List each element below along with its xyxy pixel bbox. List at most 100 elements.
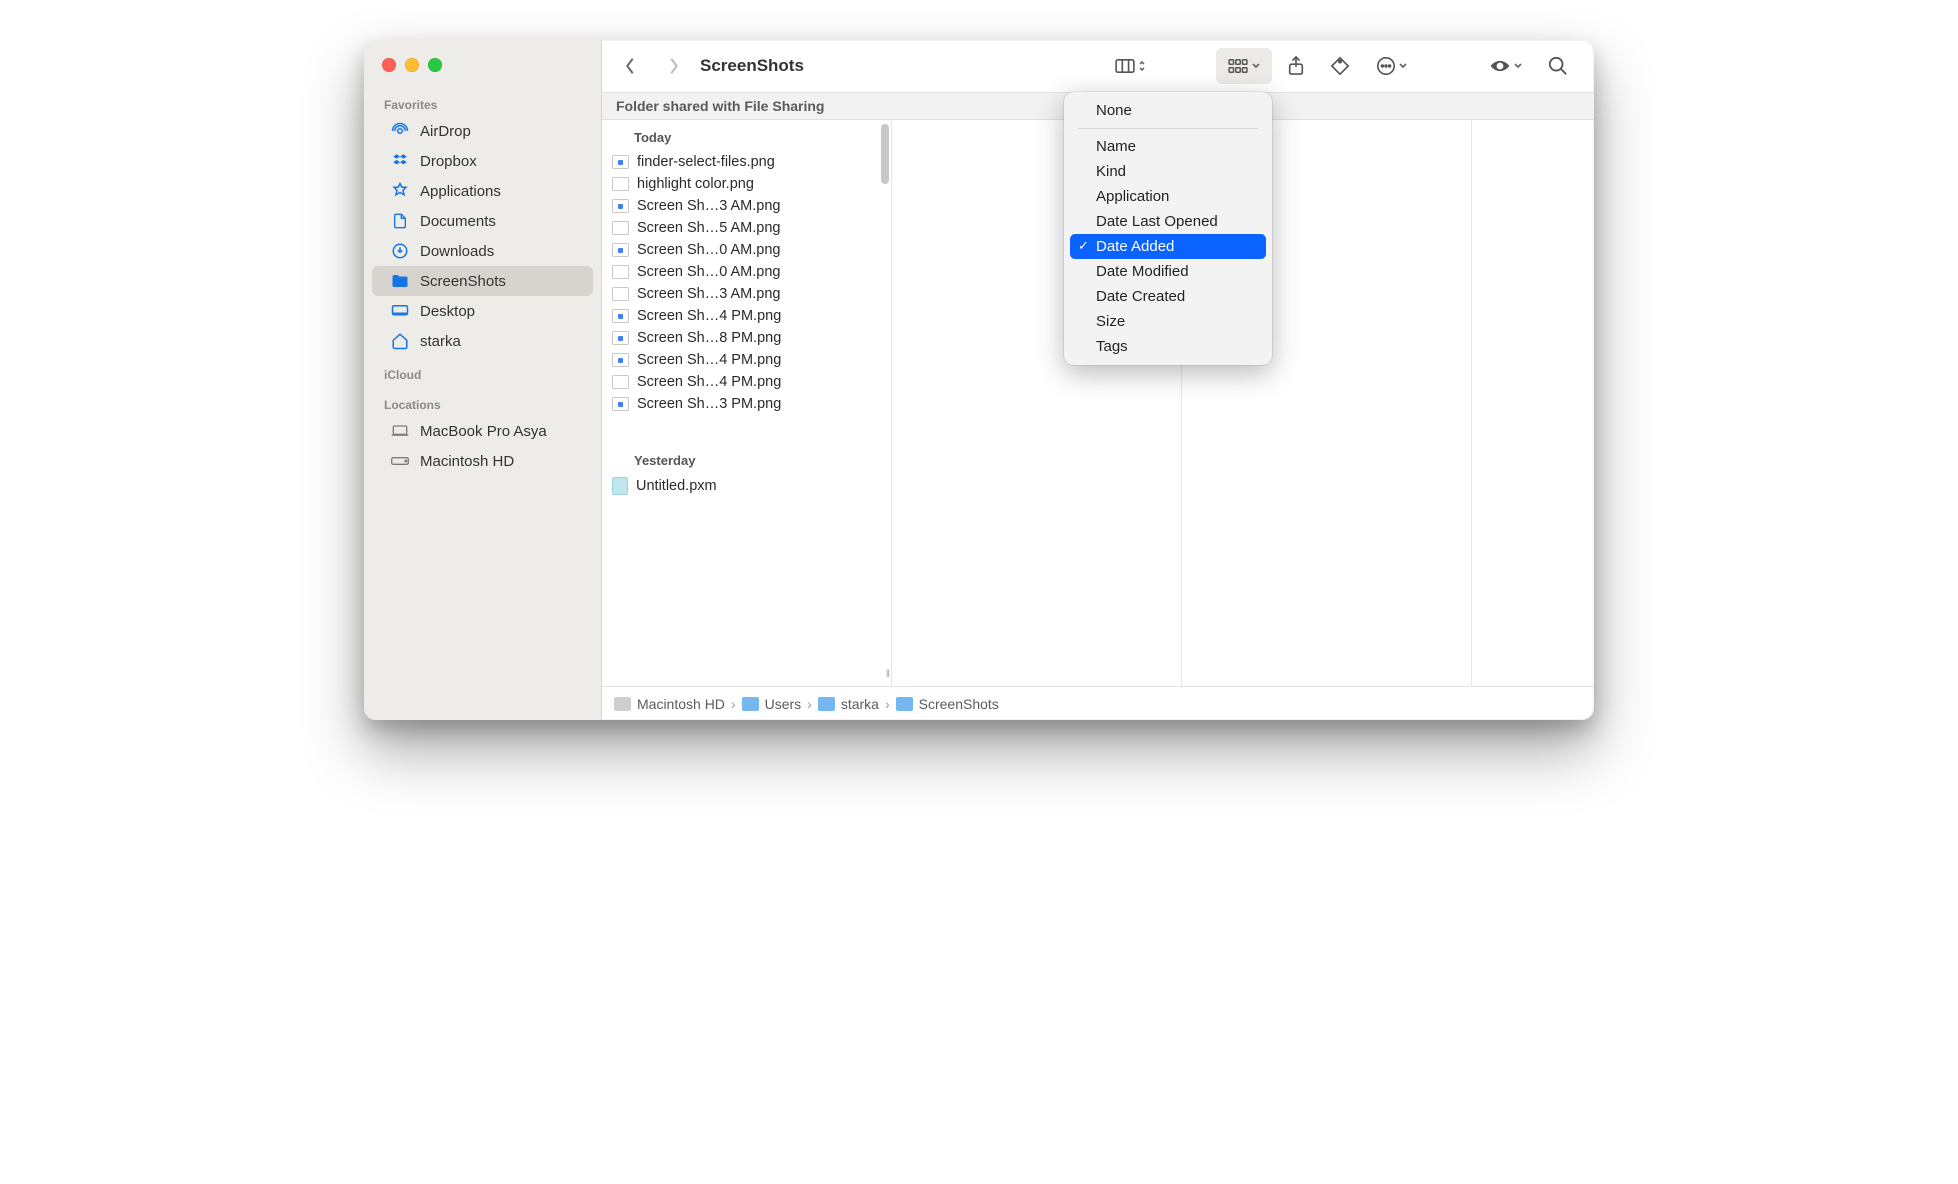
file-name: Screen Sh…4 PM.png (637, 352, 781, 368)
menu-item-none[interactable]: None (1070, 98, 1266, 123)
up-down-icon (1138, 59, 1146, 73)
sidebar-item-label: starka (420, 333, 461, 350)
sidebar-item-label: Downloads (420, 243, 494, 260)
menu-item[interactable]: Date Created (1070, 284, 1266, 309)
path-label: Macintosh HD (637, 696, 725, 712)
sidebar-item-downloads[interactable]: Downloads (372, 236, 593, 266)
chevron-down-icon (1398, 62, 1408, 70)
sidebar-item-label: ScreenShots (420, 273, 506, 290)
file-name: Screen Sh…5 AM.png (637, 220, 780, 236)
sidebar-item-applications[interactable]: Applications (372, 176, 593, 206)
file-name: Screen Sh…3 AM.png (637, 198, 780, 214)
search-icon (1548, 56, 1568, 76)
sidebar-item-label: Applications (420, 183, 501, 200)
menu-item[interactable]: Date Modified (1070, 259, 1266, 284)
file-column[interactable]: Today finder-select-files.png highlight c… (602, 120, 892, 686)
group-header-today: Today (602, 120, 891, 151)
finder-window: Favorites AirDrop Dropbox Applications D… (364, 40, 1594, 720)
sidebar-item-documents[interactable]: Documents (372, 206, 593, 236)
folder-icon (742, 697, 759, 711)
drive-icon (614, 697, 631, 711)
sidebar-item-label: Macintosh HD (420, 453, 514, 470)
file-row[interactable]: Screen Sh…5 AM.png (602, 217, 891, 239)
folder-icon (896, 697, 913, 711)
tag-icon (1330, 56, 1350, 76)
empty-column (1472, 120, 1594, 686)
menu-item[interactable]: Tags (1070, 334, 1266, 359)
view-mode-button[interactable] (1102, 48, 1158, 84)
file-row[interactable]: Untitled.pxm (602, 474, 891, 498)
chevron-down-icon (1251, 62, 1261, 70)
minimize-window-button[interactable] (405, 58, 419, 72)
downloads-icon (390, 242, 410, 260)
eye-icon (1489, 58, 1511, 74)
menu-item[interactable]: Name (1070, 134, 1266, 159)
sidebar-section-favorites: Favorites (364, 86, 601, 116)
more-actions-button[interactable] (1364, 48, 1420, 84)
close-window-button[interactable] (382, 58, 396, 72)
file-row[interactable]: Screen Sh…0 AM.png (602, 261, 891, 283)
path-segment[interactable]: Macintosh HD (614, 696, 725, 712)
document-icon (390, 212, 410, 230)
forward-button[interactable] (654, 48, 694, 84)
file-row[interactable]: finder-select-files.png (602, 151, 891, 173)
sidebar-section-locations: Locations (364, 386, 601, 416)
file-row[interactable]: Screen Sh…3 PM.png (602, 393, 891, 415)
sidebar-item-home[interactable]: starka (372, 326, 593, 356)
chevron-right-icon: › (807, 696, 812, 712)
window-title: ScreenShots (698, 56, 810, 76)
sidebar-item-airdrop[interactable]: AirDrop (372, 116, 593, 146)
menu-item[interactable]: Date Added (1070, 234, 1266, 259)
file-row[interactable]: Screen Sh…0 AM.png (602, 239, 891, 261)
file-row[interactable]: Screen Sh…8 PM.png (602, 327, 891, 349)
file-thumbnail-icon (612, 331, 629, 345)
file-thumbnail-icon (612, 477, 628, 495)
file-name: Screen Sh…0 AM.png (637, 264, 780, 280)
sidebar-item-screenshots[interactable]: ScreenShots (372, 266, 593, 296)
chevron-right-icon (667, 57, 681, 75)
file-row[interactable]: Screen Sh…3 AM.png (602, 195, 891, 217)
sidebar-item-dropbox[interactable]: Dropbox (372, 146, 593, 176)
share-button[interactable] (1276, 48, 1316, 84)
sidebar-item-desktop[interactable]: Desktop (372, 296, 593, 326)
file-row[interactable]: Screen Sh…3 AM.png (602, 283, 891, 305)
file-row[interactable]: Screen Sh…4 PM.png (602, 371, 891, 393)
group-header-yesterday: Yesterday (602, 443, 891, 474)
file-name: Screen Sh…4 PM.png (637, 308, 781, 324)
sidebar-item-macbook[interactable]: MacBook Pro Asya (372, 416, 593, 446)
scrollbar-thumb[interactable] (881, 124, 889, 184)
menu-item[interactable]: Application (1070, 184, 1266, 209)
file-row[interactable]: highlight color.png (602, 173, 891, 195)
laptop-icon (390, 424, 410, 438)
path-segment[interactable]: starka (818, 696, 879, 712)
file-thumbnail-icon (612, 265, 629, 279)
tags-button[interactable] (1320, 48, 1360, 84)
sidebar-item-macintosh-hd[interactable]: Macintosh HD (372, 446, 593, 476)
menu-item[interactable]: Kind (1070, 159, 1266, 184)
sidebar-item-label: Dropbox (420, 153, 477, 170)
file-thumbnail-icon (612, 353, 629, 367)
group-by-menu: None NameKindApplicationDate Last Opened… (1064, 92, 1272, 365)
menu-item[interactable]: Date Last Opened (1070, 209, 1266, 234)
path-segment[interactable]: ScreenShots (896, 696, 999, 712)
toolbar: ScreenShots (602, 40, 1594, 92)
window-controls (364, 58, 601, 86)
sidebar-item-label: MacBook Pro Asya (420, 423, 547, 440)
file-name: Screen Sh…0 AM.png (637, 242, 780, 258)
column-resize-handle[interactable]: ǁ (886, 669, 891, 680)
preview-options-button[interactable] (1478, 48, 1534, 84)
menu-item[interactable]: Size (1070, 309, 1266, 334)
file-row[interactable]: Screen Sh…4 PM.png (602, 305, 891, 327)
back-button[interactable] (610, 48, 650, 84)
file-name: highlight color.png (637, 176, 754, 192)
file-row[interactable]: Screen Sh…4 PM.png (602, 349, 891, 371)
group-icon (1227, 58, 1249, 74)
file-thumbnail-icon (612, 199, 629, 213)
chevron-left-icon (623, 57, 637, 75)
sidebar-item-label: Documents (420, 213, 496, 230)
search-button[interactable] (1538, 48, 1578, 84)
group-by-button[interactable] (1216, 48, 1272, 84)
zoom-window-button[interactable] (428, 58, 442, 72)
airdrop-icon (390, 122, 410, 140)
path-segment[interactable]: Users (742, 696, 802, 712)
